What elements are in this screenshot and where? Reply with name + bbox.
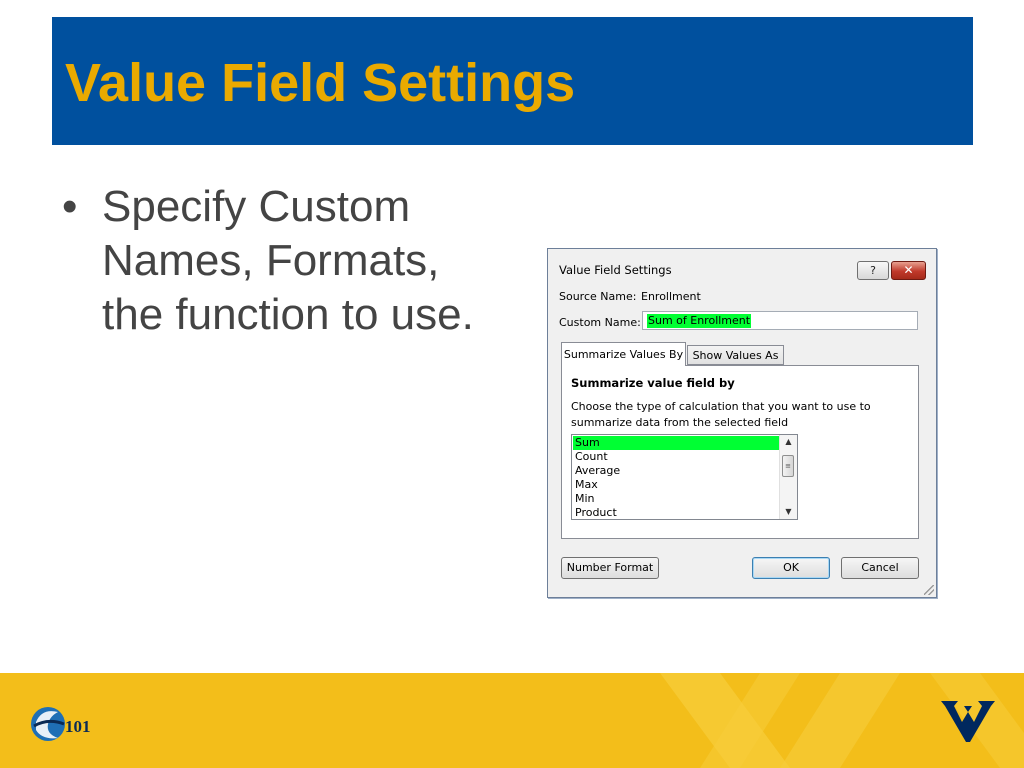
close-button[interactable]: ✕ (891, 261, 926, 280)
scroll-down-icon[interactable]: ▼ (780, 505, 797, 519)
summarize-tab-panel: Summarize value field by Choose the type… (561, 365, 919, 539)
group-description: Choose the type of calculation that you … (571, 400, 871, 429)
resize-grip-icon[interactable] (924, 585, 934, 595)
function-listbox[interactable]: Sum Count Average Max Min Product ▲ ≡ ▼ (571, 434, 798, 520)
list-item-max[interactable]: Max (573, 478, 779, 492)
list-item-sum[interactable]: Sum (573, 436, 779, 450)
group-title: Summarize value field by (571, 376, 735, 390)
footer-band: 101 (0, 673, 1024, 768)
listbox-scrollbar[interactable]: ▲ ≡ ▼ (779, 435, 797, 519)
ok-button[interactable]: OK (752, 557, 830, 579)
help-button[interactable]: ? (857, 261, 889, 280)
scroll-up-icon[interactable]: ▲ (780, 435, 797, 449)
title-bar: Value Field Settings (52, 17, 973, 145)
source-name-label: Source Name: (559, 290, 637, 303)
value-field-settings-dialog: Value Field Settings ? ✕ Source Name: En… (547, 248, 937, 598)
number-format-button[interactable]: Number Format (561, 557, 659, 579)
custom-name-value: Sum of Enrollment (647, 314, 752, 328)
list-item-min[interactable]: Min (573, 492, 779, 506)
list-item-product[interactable]: Product (573, 506, 779, 520)
source-name-value: Enrollment (641, 290, 701, 303)
scroll-thumb[interactable]: ≡ (782, 455, 794, 477)
list-item-count[interactable]: Count (573, 450, 779, 464)
list-item-average[interactable]: Average (573, 464, 779, 478)
dialog-title: Value Field Settings (559, 263, 672, 277)
wvu-logo (941, 701, 995, 742)
footer-stripes (660, 673, 1024, 768)
custom-name-input[interactable]: Sum of Enrollment (642, 311, 918, 330)
logo-text: 101 (65, 717, 91, 736)
tab-summarize-values-by[interactable]: Summarize Values By (561, 342, 686, 366)
cs101-logo: 101 (31, 707, 91, 741)
tab-show-values-as[interactable]: Show Values As (687, 345, 784, 365)
bullet-text: Specify Custom Names, Formats, the funct… (102, 182, 474, 339)
slide-title: Value Field Settings (65, 53, 576, 113)
bullet-marker: • (62, 182, 78, 231)
custom-name-label: Custom Name: (559, 316, 641, 329)
cancel-button[interactable]: Cancel (841, 557, 919, 579)
